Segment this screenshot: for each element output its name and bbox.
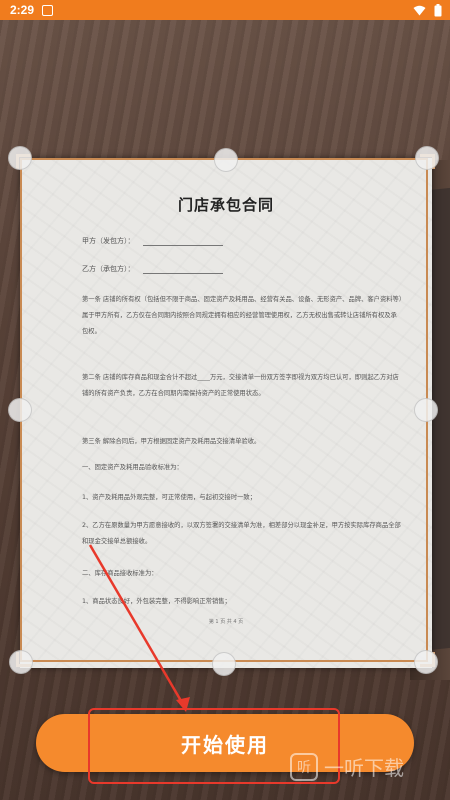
party-b-label: 乙方（承包方）： [82, 265, 135, 273]
clause-paragraph: 1、资产及耗用品外观完整，可正常使用，与起初交接时一致； [82, 494, 257, 501]
document-title: 门店承包合同 [177, 196, 274, 214]
watermark: 听 一听下载 [290, 752, 404, 781]
clause-paragraph: 一、固定资产及耗用品验收标准为： [82, 464, 183, 471]
clause-paragraph: 第三条 解除合同后，甲方根据固定资产及耗用品交接清单验收。 [82, 438, 261, 445]
clause-paragraph: 2、乙方在原数量为甲方愿意接收的，以双方签署的交接清单为准，相差部分以现金补足，… [82, 522, 401, 545]
clause-paragraph: 二、库存商品接收标准为： [82, 570, 158, 577]
status-icons [413, 4, 442, 17]
crop-handle-bottom-left[interactable] [9, 650, 33, 674]
clause-paragraph: 第一条 店铺的所有权（包括但不限于商品、固定资产及耗用品、经营有关品、设备、无形… [82, 296, 402, 335]
crop-handle-top-right[interactable] [415, 146, 439, 170]
crop-handle-bottom-middle[interactable] [212, 652, 236, 676]
crop-handle-middle-left[interactable] [8, 398, 32, 422]
party-b-line: 乙方（承包方）： [82, 264, 223, 274]
notification-icon [42, 4, 54, 16]
status-time: 2:29 [10, 3, 35, 17]
crop-handle-top-left[interactable] [8, 146, 32, 170]
clause-paragraph: 第二条 店铺的库存商品和现金合计不超过____万元，交接清单一份双方签字即视为双… [82, 374, 399, 397]
wifi-icon [413, 5, 426, 16]
party-a-line: 甲方（发包方）： [82, 236, 223, 246]
watermark-text: 一听下载 [324, 756, 404, 780]
status-bar: 2:29 [0, 0, 450, 20]
battery-icon [434, 4, 442, 17]
page-footer: 第 1 页 共 4 页 [208, 619, 244, 625]
scanned-document: 门店承包合同 甲方（发包方）： 乙方（承包方）： 第一条 店铺的所有权（包括但不… [20, 158, 432, 668]
party-a-label: 甲方（发包方）： [82, 237, 135, 245]
crop-handle-bottom-right[interactable] [414, 650, 438, 674]
crop-handle-top-middle[interactable] [214, 148, 238, 172]
clause-paragraph: 1、商品状态良好，外包装完整，不得影响正常销售； [82, 598, 231, 605]
watermark-logo: 听 [290, 752, 318, 781]
crop-handle-middle-right[interactable] [414, 398, 438, 422]
